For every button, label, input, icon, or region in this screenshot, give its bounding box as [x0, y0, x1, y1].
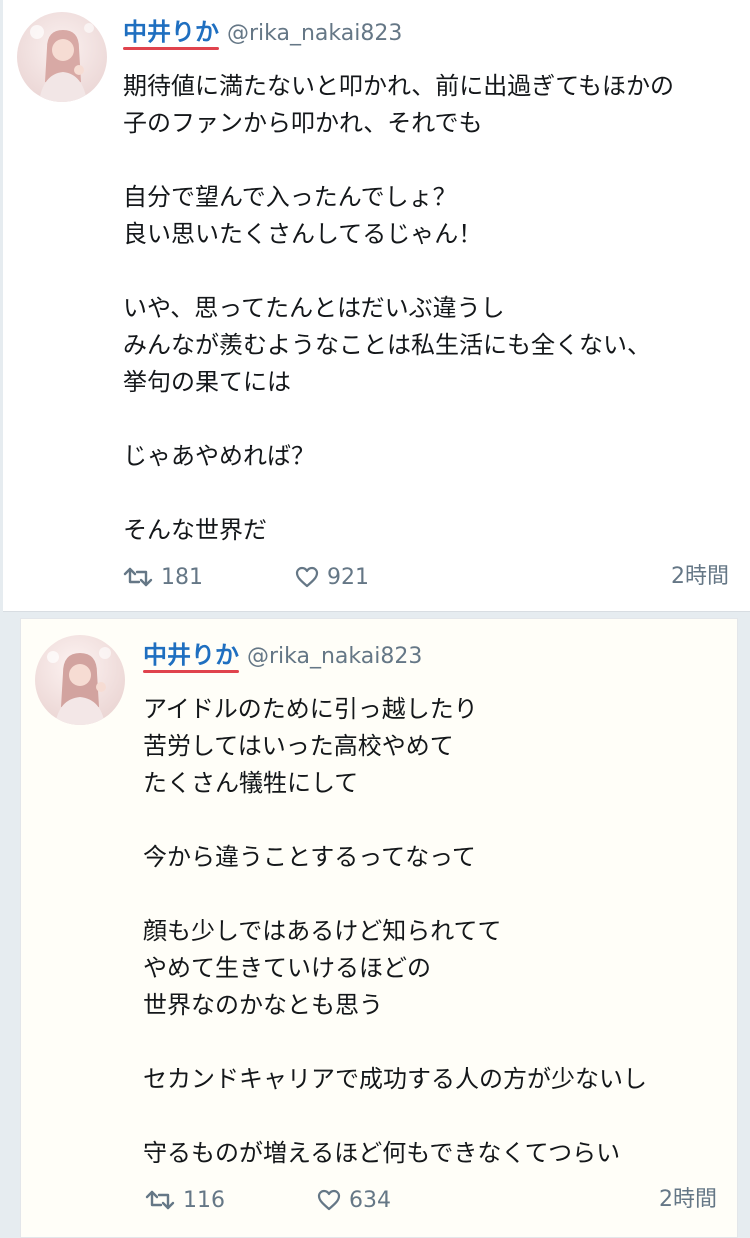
tweet-line: セカンドキャリアで成功する人の方が少ないし: [143, 1065, 647, 1093]
line-break: [143, 802, 723, 839]
tweet-line: アイドルのために引っ越したり: [143, 695, 478, 723]
tweet-line: そんな世界だ: [123, 516, 267, 544]
tweet-text: 期待値に満たないと叩かれ、前に出過ぎてもほかの 子のファンから叩かれ、それでも …: [123, 68, 733, 549]
tweet-line: やめて生きていけるほどの: [143, 954, 431, 982]
tweet-line: 守るものが増えるほど何もできなくてつらい: [143, 1139, 621, 1167]
heart-icon: [317, 1189, 341, 1211]
tweet-line: たくさん犠牲にして: [143, 769, 359, 797]
tweet-card[interactable]: 中井りか @rika_nakai823 期待値に満たないと叩かれ、前に出過ぎてもほ…: [3, 0, 750, 612]
tweet-line: 挙句の果てには: [123, 368, 291, 396]
tweet-line: 苦労してはいった高校やめて: [143, 732, 454, 760]
tweet-line: 期待値に満たないと叩かれ、前に出過ぎてもほかの: [123, 72, 675, 100]
retweet-icon: [145, 1189, 175, 1211]
line-break: [143, 1024, 723, 1061]
like-count: 634: [349, 1187, 391, 1213]
retweet-count: 116: [183, 1187, 225, 1213]
tweet-line: いや、思ってたんとはだいぶ違うし: [123, 294, 505, 322]
user-handle[interactable]: @rika_nakai823: [247, 641, 422, 673]
display-name[interactable]: 中井りか: [143, 639, 239, 673]
tweet-line: 世界なのかなとも思う: [143, 991, 383, 1019]
line-break: [123, 401, 733, 438]
timestamp[interactable]: 2時間: [671, 562, 729, 592]
retweet-count: 181: [161, 564, 203, 590]
line-break: [143, 1098, 723, 1135]
like-count: 921: [327, 564, 369, 590]
display-name[interactable]: 中井りか: [123, 16, 219, 50]
tweet-line: じゃあやめれば？: [123, 442, 315, 470]
tweet-line: 子のファンから叩かれ、それでも: [123, 109, 483, 137]
tweet-line: 良い思いたくさんしてるじゃん！: [123, 220, 483, 248]
line-break: [123, 253, 733, 290]
heart-icon: [295, 566, 319, 588]
avatar[interactable]: [17, 12, 107, 102]
retweet-icon: [123, 566, 153, 588]
tweet-header: 中井りか @rika_nakai823: [123, 16, 402, 50]
line-break: [123, 142, 733, 179]
tweet-line: 顔も少しではあるけど知られてて: [143, 917, 502, 945]
tweet-actions: 116 634 2時間: [145, 1185, 717, 1215]
tweet-header: 中井りか @rika_nakai823: [143, 639, 422, 673]
tweet-text: アイドルのために引っ越したり 苦労してはいった高校やめて たくさん犠牲にして 今…: [143, 691, 723, 1172]
tweet-card[interactable]: 中井りか @rika_nakai823 アイドルのために引っ越したり 苦労してはい…: [20, 618, 738, 1238]
like-button[interactable]: 921: [295, 562, 369, 592]
line-break: [143, 876, 723, 913]
retweet-button[interactable]: 116: [145, 1185, 225, 1215]
avatar[interactable]: [35, 635, 125, 725]
user-handle[interactable]: @rika_nakai823: [227, 18, 402, 50]
retweet-button[interactable]: 181: [123, 562, 203, 592]
tweet-line: 今から違うことするってなって: [143, 843, 476, 871]
line-break: [123, 475, 733, 512]
timestamp[interactable]: 2時間: [659, 1185, 717, 1215]
tweet-line: 自分で望んで入ったんでしょ？: [123, 183, 457, 211]
like-button[interactable]: 634: [317, 1185, 391, 1215]
tweet-actions: 181 921 2時間: [123, 562, 729, 592]
tweet-line: みんなが羨むようなことは私生活にも全くない、: [123, 331, 651, 359]
